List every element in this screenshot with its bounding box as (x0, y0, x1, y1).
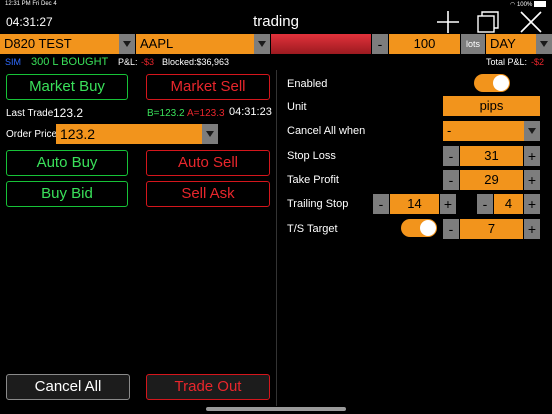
account-value: D820 TEST (4, 36, 72, 51)
tif-select[interactable]: DAY (486, 34, 552, 54)
order-price-label: Order Price (6, 129, 58, 140)
take-profit-minus-button[interactable]: - (443, 170, 459, 190)
enabled-label: Enabled (287, 78, 328, 90)
unit-select[interactable]: pips (443, 96, 540, 116)
total-pl-value: -$2 (531, 57, 545, 67)
quantity-input[interactable]: 100 (389, 34, 460, 54)
info-bar: SIM 300 L BOUGHT P&L: -$3 Blocked:$36,96… (0, 55, 552, 69)
quantity-minus-button[interactable]: - (372, 34, 388, 54)
trailing-stop-input[interactable]: 14 (390, 194, 439, 214)
position-status: 300 L BOUGHT (31, 56, 109, 68)
ask-value: A=123.3 (187, 108, 225, 119)
last-trade-value: 123.2 (53, 106, 84, 120)
stop-loss-plus-button[interactable]: + (524, 146, 540, 166)
trailing-step-plus-button[interactable]: + (524, 194, 540, 214)
trailing-step-input[interactable]: 4 (494, 194, 523, 214)
status-bar: 12:31 PM Fri Dec 4 ◠ 100% (0, 0, 552, 10)
home-indicator[interactable] (206, 407, 346, 411)
chevron-down-icon (524, 121, 540, 141)
battery-indicator: ◠ 100% (510, 1, 546, 8)
market-buy-button[interactable]: Market Buy (6, 74, 128, 100)
sell-ask-button[interactable]: Sell Ask (146, 181, 270, 207)
close-icon[interactable] (520, 11, 542, 33)
ts-target-toggle[interactable] (401, 219, 437, 237)
toggle-knob (420, 220, 436, 236)
sim-badge: SIM (5, 57, 22, 67)
stop-loss-minus-button[interactable]: - (443, 146, 459, 166)
take-profit-input[interactable]: 29 (460, 170, 523, 190)
pl-value: -$3 (141, 57, 155, 67)
cancel-all-when-label: Cancel All when (287, 125, 366, 137)
wifi-icon: ◠ (510, 2, 516, 8)
cancel-all-when-select[interactable]: - (443, 121, 540, 141)
top-bar: D820 TEST AAPL - 100 lots DAY (0, 34, 552, 55)
take-profit-plus-button[interactable]: + (524, 170, 540, 190)
blocked-amount: Blocked:$36,963 (162, 57, 230, 67)
auto-sell-button[interactable]: Auto Sell (146, 150, 270, 176)
trailing-stop-plus-button[interactable]: + (440, 194, 456, 214)
order-price-select[interactable]: 123.2 (56, 124, 218, 144)
account-select[interactable]: D820 TEST (0, 34, 135, 54)
total-pl-label: Total P&L: (486, 57, 528, 67)
auto-buy-button[interactable]: Auto Buy (6, 150, 128, 176)
market-sell-button[interactable]: Market Sell (146, 74, 270, 100)
cancel-all-when-value: - (447, 123, 452, 138)
status-time: 12:31 PM Fri Dec 4 (5, 1, 57, 7)
add-icon[interactable] (437, 11, 459, 33)
enabled-toggle[interactable] (474, 74, 510, 92)
symbol-select[interactable]: AAPL (136, 34, 270, 54)
page-title: trading (253, 13, 299, 30)
header: 04:31:27 trading (0, 10, 552, 34)
panel-divider (276, 70, 277, 406)
stop-loss-input[interactable]: 31 (460, 146, 523, 166)
take-profit-label: Take Profit (287, 174, 339, 186)
toggle-knob (493, 75, 509, 91)
symbol-value: AAPL (140, 36, 174, 51)
bid-value: B=123.2 (147, 108, 185, 119)
chevron-down-icon (254, 34, 270, 54)
cancel-all-button[interactable]: Cancel All (6, 374, 130, 400)
quote-time: 04:31:23 (229, 106, 272, 118)
window-icon[interactable] (477, 11, 499, 33)
pl-label: P&L: (118, 57, 138, 67)
ts-target-label: T/S Target (287, 223, 338, 235)
chevron-down-icon (119, 34, 135, 54)
chevron-down-icon (202, 124, 218, 144)
order-price-value: 123.2 (60, 126, 96, 142)
stop-loss-label: Stop Loss (287, 150, 336, 162)
battery-icon (534, 1, 546, 8)
unit-label: Unit (287, 101, 307, 113)
tif-value: DAY (490, 36, 516, 51)
last-trade-label: Last Trade (6, 108, 54, 119)
battery-percent: 100% (516, 2, 533, 8)
ts-target-input[interactable]: 7 (460, 219, 523, 239)
price-change-bar (271, 34, 371, 54)
trailing-step-minus-button[interactable]: - (477, 194, 493, 214)
trailing-stop-minus-button[interactable]: - (373, 194, 389, 214)
chevron-down-icon (536, 34, 552, 54)
quantity-unit-label: lots (461, 34, 485, 54)
trailing-stop-label: Trailing Stop (287, 198, 349, 210)
ts-target-plus-button[interactable]: + (524, 219, 540, 239)
trade-out-button[interactable]: Trade Out (146, 374, 270, 400)
buy-bid-button[interactable]: Buy Bid (6, 181, 128, 207)
ts-target-minus-button[interactable]: - (443, 219, 459, 239)
